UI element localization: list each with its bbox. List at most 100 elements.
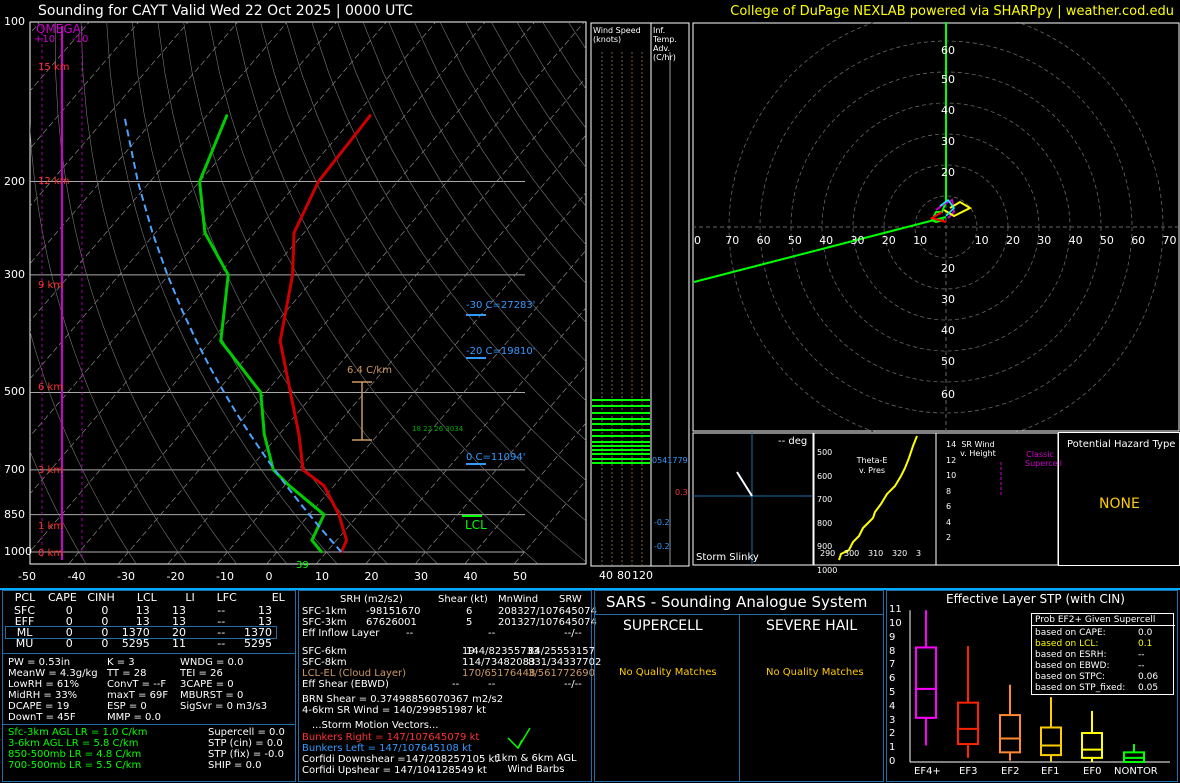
sars-sup-match: No Quality Matches xyxy=(619,667,717,678)
theta-y-tick: 1000 xyxy=(817,565,838,575)
stp-box-0 xyxy=(915,610,937,746)
kin-corfidi-down: Corfidi Downshear =147/208257105 kt xyxy=(302,754,499,765)
height-tick: 6 km xyxy=(38,382,64,393)
slinky-deg: -- deg xyxy=(778,436,808,447)
theta-title: Theta-E v. Pres xyxy=(856,456,888,475)
barb-icon xyxy=(507,727,531,750)
sars-supercell: SUPERCELL xyxy=(623,618,703,634)
stp-y-tick: 8 xyxy=(889,645,896,657)
slinky-label: Storm Slinky xyxy=(696,552,759,563)
pcl-h5: LFC xyxy=(216,591,237,604)
hodo-y-tick: 20 xyxy=(941,262,955,275)
lapse-annotation: 6.4 C/km xyxy=(347,365,392,376)
stp-x-tick: EF4+ xyxy=(914,766,941,777)
hodo-x-tick: 60 xyxy=(1131,234,1146,247)
srwind-y-tick: 6 xyxy=(946,502,952,511)
kin-row: SFC-1km -98151670 6 208327/107645074 xyxy=(302,606,597,617)
hodo-x-tick: 30 xyxy=(1037,234,1052,247)
height-tick: 12 km xyxy=(38,176,70,187)
stp-box-5 xyxy=(1123,744,1145,763)
height-tick: 15 km xyxy=(38,62,70,73)
stp-x-tick: NONTOR xyxy=(1114,766,1158,777)
temp-tick: -40 xyxy=(67,570,86,583)
pcl-h2: CINH xyxy=(87,591,115,604)
hodo-x-tick: 50 xyxy=(1099,234,1114,247)
hodo-x-tick: 70 xyxy=(725,234,740,247)
hodo-x-tick: 10 xyxy=(974,234,989,247)
kin-row: SFC-3km 67626001 5 201327/107645074 xyxy=(302,617,597,628)
stp-y-tick: 0 xyxy=(889,756,896,767)
stp-y-tick: 3 xyxy=(889,714,896,726)
wind-speed-title: Wind Speed (knots) xyxy=(593,26,641,44)
dewpoint-point-11 xyxy=(225,114,229,117)
hodo-x-tick: 10 xyxy=(913,234,928,247)
lapse-left: Sfc-3km AGL LR = 1.0 C/km 3-6km AGL LR = … xyxy=(8,727,148,771)
omega-tick: -10 xyxy=(72,34,89,45)
height-tick: 3 km xyxy=(38,465,64,476)
hodo-x-tick: 50 xyxy=(787,234,802,247)
height-tick: 0 km xyxy=(38,548,64,559)
kin-h2: MnWind xyxy=(498,594,539,605)
temperature-point-10 xyxy=(317,180,320,183)
hodo-y-tick: 30 xyxy=(941,293,955,306)
dewpoint-point-0 xyxy=(320,550,323,554)
kin-h1: Shear (kt) xyxy=(438,594,488,605)
prob-values: 0.0 0.1 -- -- 0.06 0.05 xyxy=(1138,628,1159,693)
parcel-row-table: SFC 0 0 13 13 -- 13 EFF 0 0 13 13 -- 13 ML 0 0 1370 20 --… xyxy=(5,605,277,649)
stp-box-4 xyxy=(1081,710,1103,762)
kin-row: SFC-6km 19 144/82355733 84/25553157 xyxy=(302,646,595,657)
hodo-y-tick: 30 xyxy=(941,135,955,148)
kin-storm-motion: ...Storm Motion Vectors... xyxy=(312,720,439,731)
wind-tick-2: 120 xyxy=(632,569,653,582)
prob-labels: based on CAPE: based on LCL: based on ESRH… xyxy=(1035,628,1126,693)
parcel-rows: SFC 0 0 13 13 -- 13 EFF 0 0 13 13 -- 13 ML 0 0 1370 20 --… xyxy=(5,605,277,653)
prob-box: Prob EF2+ Given Supercell based on CAPE:… xyxy=(1031,613,1175,695)
kin-bunkers-left: Bunkers Left = 147/107645108 kt xyxy=(302,743,472,754)
srwind-y-tick: 4 xyxy=(946,517,952,527)
stp-x-tick: EF2 xyxy=(1001,766,1020,777)
pcl-h1: CAPE xyxy=(48,591,77,604)
dewpoint-point-10 xyxy=(198,180,201,183)
dewpoint-point-9 xyxy=(203,231,207,235)
srwind-y-tick: 2 xyxy=(946,533,952,542)
dewpoint-point-8 xyxy=(227,273,230,277)
height-tick: 9 km xyxy=(38,280,64,291)
theta-x-tick: 300 xyxy=(844,549,860,558)
temperature-point-7 xyxy=(278,339,282,343)
srwind-title: SR Wind v. Height xyxy=(960,440,996,458)
wind-speed-column xyxy=(590,22,652,567)
adv-val-0: 0.3 xyxy=(675,488,688,497)
skewt-frame xyxy=(29,21,587,565)
kin-row: SFC-8km 114/73482083 831/34337702 xyxy=(302,657,602,668)
stp-y-tick: 11 xyxy=(889,604,902,616)
parcel-trace xyxy=(123,115,343,553)
kin-rows: SFC-1km -98151670 6 208327/107645074 SFC-3k… xyxy=(302,606,602,692)
storm-slinky xyxy=(692,432,814,566)
kin-brn: BRN Shear = 0.37498856070367 m2/s2 xyxy=(302,694,504,705)
credit-text: College of DuPage NEXLAB powered via SHA… xyxy=(730,4,1174,19)
hazard-title: Potential Hazard Type xyxy=(1067,439,1176,450)
sars-title: SARS - Sounding Analogue System xyxy=(606,593,868,611)
prob-title: Prob EF2+ Given Supercell xyxy=(1035,615,1156,625)
stp-box-3 xyxy=(1040,697,1062,762)
dewpoint-point-6 xyxy=(259,391,262,394)
pressure-tick: 200 xyxy=(4,174,25,188)
height-tick: 1 km xyxy=(38,521,64,532)
theta-y-tick: 700 xyxy=(817,495,833,504)
wind-tick-1: 80 xyxy=(617,569,631,582)
kin-corfidi-up: Corfidi Upshear = 147/104128549 kt xyxy=(302,765,487,776)
pcl-h4: LI xyxy=(185,591,195,604)
temp-tick: 10 xyxy=(315,570,329,583)
pressure-tick: 100 xyxy=(4,15,25,28)
sars-hail: SEVERE HAIL xyxy=(766,618,858,634)
stp-y-tick: 10 xyxy=(889,618,902,629)
temp-advection-title: Inf. Temp. Adv. (C/hr) xyxy=(653,26,677,62)
temperature-point-5 xyxy=(297,433,301,436)
temperature-point-8 xyxy=(291,273,294,277)
dewpoint-point-3 xyxy=(288,484,291,487)
pcl-h0: PCL xyxy=(14,591,36,604)
stp-y-tick: 4 xyxy=(889,700,896,712)
parcel-table-wrap: PCL CAPE CINH LCL LI LFC EL xyxy=(6,592,289,603)
indices-col1: PW = 0.53in MeanW = 4.3g/kg LowRH = 61% Mid… xyxy=(8,657,98,723)
temperature-point-9 xyxy=(292,231,296,235)
